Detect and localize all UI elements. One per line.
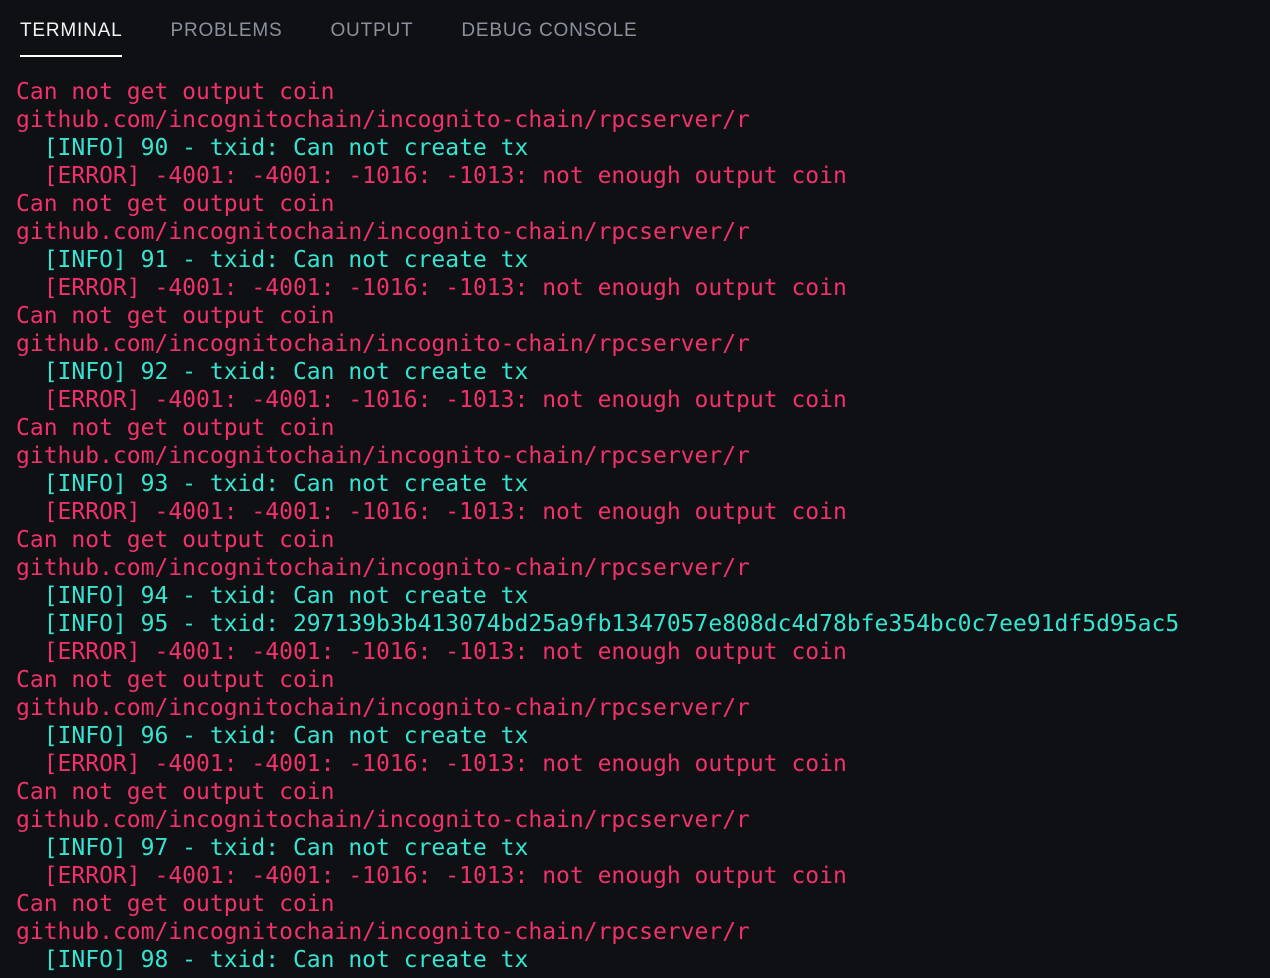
tab-problems[interactable]: PROBLEMS [170, 20, 282, 57]
terminal-line: Can not get output coin [16, 891, 335, 917]
terminal-line: [ERROR] -4001: -4001: -1016: -1013: not … [16, 275, 847, 301]
terminal-line: [ERROR] -4001: -4001: -1016: -1013: not … [16, 163, 847, 189]
terminal-line: [INFO] 97 - txid: Can not create tx [16, 835, 529, 861]
terminal-line: [INFO] 94 - txid: Can not create tx [16, 583, 529, 609]
terminal-line: github.com/incognitochain/incognito-chai… [16, 331, 750, 357]
terminal-output[interactable]: Can not get output coin github.com/incogn… [0, 62, 1270, 974]
terminal-line: [INFO] 96 - txid: Can not create tx [16, 723, 529, 749]
terminal-line: github.com/incognitochain/incognito-chai… [16, 919, 750, 945]
panel-tabbar: TERMINAL PROBLEMS OUTPUT DEBUG CONSOLE [0, 0, 1270, 62]
terminal-line: github.com/incognitochain/incognito-chai… [16, 555, 750, 581]
terminal-line: Can not get output coin [16, 191, 335, 217]
tab-debug-console[interactable]: DEBUG CONSOLE [461, 20, 637, 57]
terminal-line: [ERROR] -4001: -4001: -1016: -1013: not … [16, 499, 847, 525]
terminal-line: Can not get output coin [16, 415, 335, 441]
terminal-line: Can not get output coin [16, 779, 335, 805]
terminal-line: github.com/incognitochain/incognito-chai… [16, 807, 750, 833]
terminal-panel: TERMINAL PROBLEMS OUTPUT DEBUG CONSOLE C… [0, 0, 1270, 978]
terminal-line: [ERROR] -4001: -4001: -1016: -1013: not … [16, 751, 847, 777]
terminal-line: [ERROR] -4001: -4001: -1016: -1013: not … [16, 387, 847, 413]
tab-terminal[interactable]: TERMINAL [20, 20, 123, 57]
terminal-line: [INFO] 92 - txid: Can not create tx [16, 359, 529, 385]
terminal-line: github.com/incognitochain/incognito-chai… [16, 107, 750, 133]
terminal-line: github.com/incognitochain/incognito-chai… [16, 443, 750, 469]
terminal-line: [INFO] 93 - txid: Can not create tx [16, 471, 529, 497]
terminal-line: [INFO] 90 - txid: Can not create tx [16, 135, 529, 161]
terminal-line: Can not get output coin [16, 667, 335, 693]
terminal-line: [INFO] 95 - txid: 297139b3b413074bd25a9f… [16, 611, 1180, 637]
tab-output[interactable]: OUTPUT [330, 20, 413, 57]
terminal-line: [INFO] 91 - txid: Can not create tx [16, 247, 529, 273]
terminal-line: Can not get output coin [16, 79, 335, 105]
terminal-line: github.com/incognitochain/incognito-chai… [16, 695, 750, 721]
terminal-line: [INFO] 98 - txid: Can not create tx [16, 947, 529, 973]
terminal-line: Can not get output coin [16, 527, 335, 553]
terminal-line: [ERROR] -4001: -4001: -1016: -1013: not … [16, 639, 847, 665]
terminal-line: [ERROR] -4001: -4001: -1016: -1013: not … [16, 863, 847, 889]
terminal-line: github.com/incognitochain/incognito-chai… [16, 219, 750, 245]
terminal-line: Can not get output coin [16, 303, 335, 329]
